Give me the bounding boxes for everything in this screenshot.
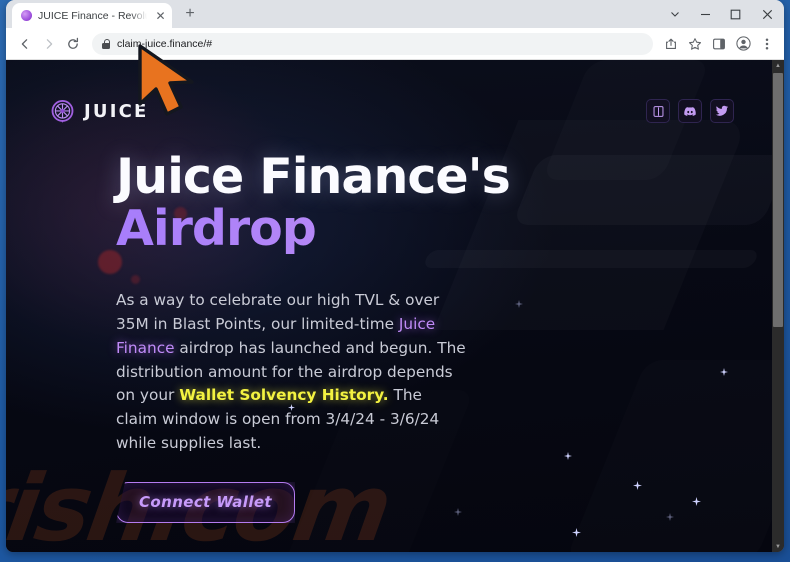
social-links (646, 99, 734, 123)
reload-icon[interactable] (62, 33, 84, 55)
scroll-down-arrow-icon[interactable]: ▼ (772, 541, 784, 552)
hero-description: As a way to celebrate our high TVL & ove… (116, 289, 466, 456)
lock-icon (102, 38, 111, 49)
tab-title: JUICE Finance - Revolutionizing C (38, 9, 147, 22)
maximize-icon[interactable] (720, 0, 750, 28)
site-header: JUICE (6, 86, 772, 136)
juice-favicon-icon (21, 10, 32, 21)
scroll-up-arrow-icon[interactable]: ▲ (772, 60, 784, 71)
close-icon[interactable]: ✕ (153, 8, 168, 23)
page-viewport: rish.com JUICE Juice Finance's Airdrop A… (6, 60, 784, 552)
browser-toolbar: claim-juice.finance/# (6, 28, 784, 60)
side-panel-icon[interactable] (708, 33, 730, 55)
page-scrollbar[interactable]: ▲ ▼ (772, 60, 784, 552)
browser-tab[interactable]: JUICE Finance - Revolutionizing C ✕ (12, 3, 172, 28)
new-tab-button[interactable]: + (177, 1, 203, 27)
twitter-bird-icon[interactable] (710, 99, 734, 123)
share-icon[interactable] (660, 33, 682, 55)
close-window-icon[interactable] (750, 0, 784, 28)
browser-window: JUICE Finance - Revolutionizing C ✕ + (6, 0, 784, 552)
hero-section: Juice Finance's Airdrop As a way to cele… (6, 152, 772, 523)
window-controls (660, 0, 784, 28)
forward-arrow-icon[interactable] (38, 33, 60, 55)
tab-search-chevron-icon[interactable] (660, 0, 690, 28)
hero-highlight-wallet-solvency: Wallet Solvency History. (179, 386, 389, 405)
juice-airdrop-page: rish.com JUICE Juice Finance's Airdrop A… (6, 60, 772, 552)
hero-text-part-1: As a way to celebrate our high TVL & ove… (116, 290, 440, 333)
heading-line-1: Juice Finance's (116, 148, 511, 205)
discord-icon[interactable] (678, 99, 702, 123)
star-icon[interactable] (684, 33, 706, 55)
back-arrow-icon[interactable] (14, 33, 36, 55)
scrollbar-thumb[interactable] (773, 73, 783, 327)
heading-line-2: Airdrop (116, 203, 728, 254)
juice-citrus-logo-icon (50, 99, 75, 124)
book-icon[interactable] (646, 99, 670, 123)
minimize-icon[interactable] (690, 0, 720, 28)
connect-wallet-button[interactable]: Connect Wallet (116, 481, 296, 523)
page-title: Juice Finance's Airdrop (116, 152, 728, 254)
profile-avatar-icon[interactable] (732, 33, 754, 55)
orange-arrow-cursor (134, 42, 206, 125)
three-dot-menu-icon[interactable] (756, 33, 778, 55)
tab-strip: JUICE Finance - Revolutionizing C ✕ + (6, 0, 784, 28)
scrollbar-track[interactable] (772, 71, 784, 541)
